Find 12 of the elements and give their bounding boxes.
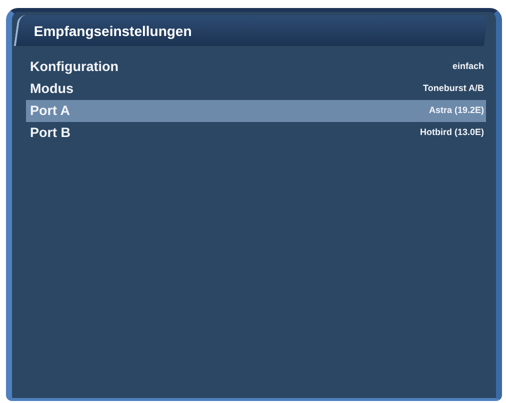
settings-row[interactable]: Modus Toneburst A/B: [26, 78, 486, 100]
window-title: Empfangseinstellungen: [34, 22, 192, 41]
setting-value: einfach: [452, 60, 484, 74]
setting-label: Port B: [30, 124, 70, 142]
settings-row[interactable]: Port B Hotbird (13.0E): [26, 122, 486, 144]
setting-label: Konfiguration: [30, 58, 118, 76]
settings-row[interactable]: Konfiguration einfach: [26, 56, 486, 78]
setting-value: Astra (19.2E): [428, 104, 484, 118]
setting-label: Modus: [30, 80, 74, 98]
setting-value: Hotbird (13.0E): [420, 126, 484, 140]
setting-label: Port A: [30, 102, 70, 120]
setting-value: Toneburst A/B: [423, 82, 484, 96]
